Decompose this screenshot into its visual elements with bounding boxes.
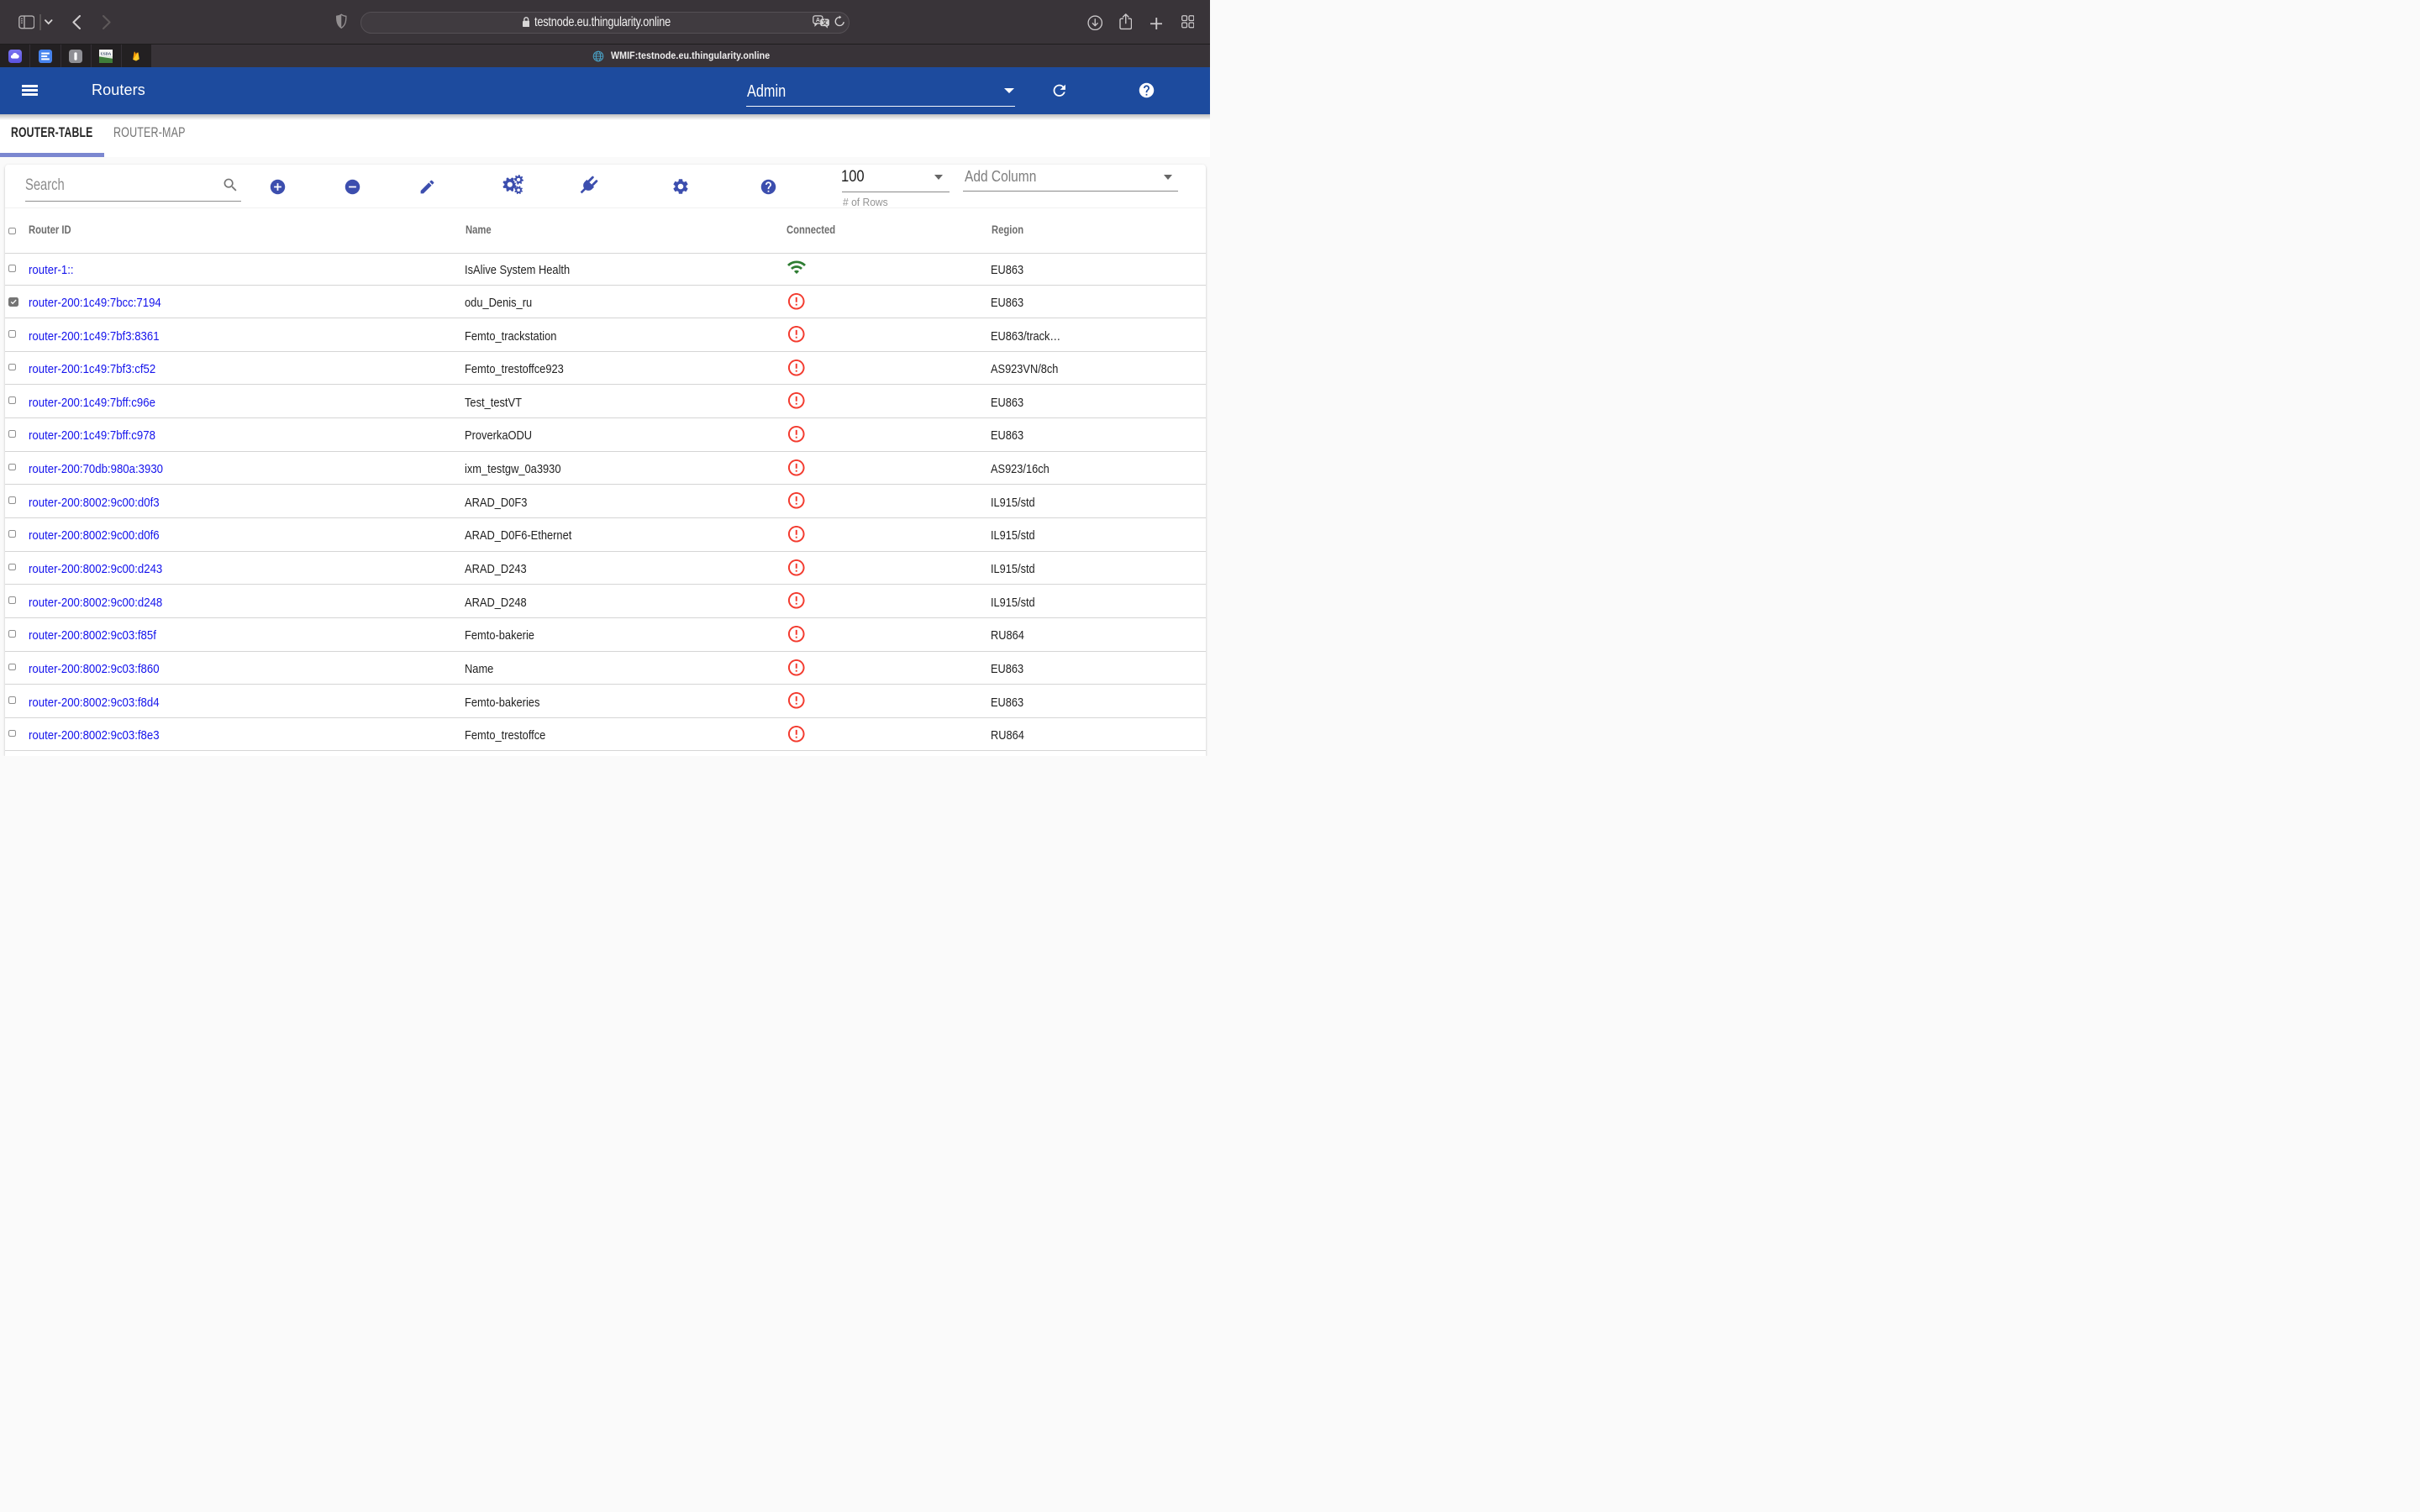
- svg-text:A: A: [815, 18, 819, 24]
- svg-text:USDA: USDA: [100, 51, 111, 55]
- svg-text:文: 文: [822, 18, 828, 26]
